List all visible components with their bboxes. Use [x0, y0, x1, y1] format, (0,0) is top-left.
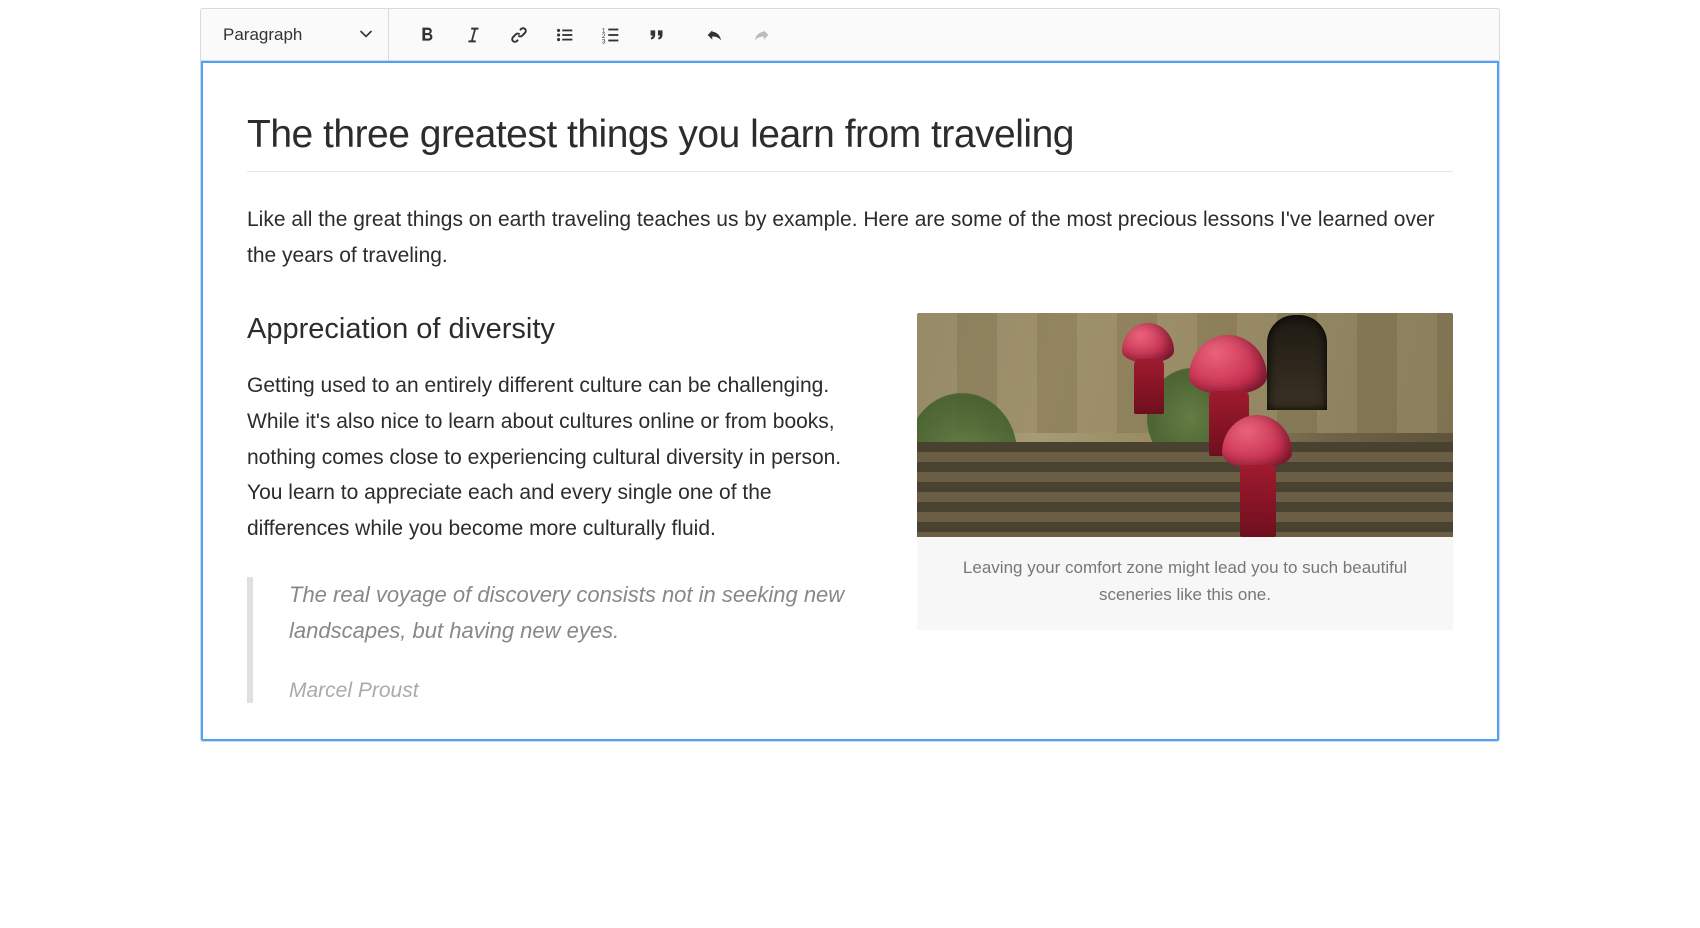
numbered-list-button[interactable]: 123 [589, 13, 633, 57]
svg-text:3: 3 [602, 38, 606, 45]
section-heading[interactable]: Appreciation of diversity [247, 313, 869, 346]
blockquote-button[interactable] [635, 13, 679, 57]
numbered-list-icon: 123 [600, 24, 622, 46]
editor-content[interactable]: The three greatest things you learn from… [201, 61, 1499, 741]
redo-button[interactable] [739, 13, 783, 57]
bold-icon [416, 24, 438, 46]
left-column: Appreciation of diversity Getting used t… [247, 313, 869, 703]
editor-toolbar: Paragraph 123 [201, 9, 1499, 61]
editor-container: Paragraph 123 [200, 8, 1500, 742]
undo-icon [704, 24, 726, 46]
figure-caption[interactable]: Leaving your comfort zone might lead you… [917, 537, 1453, 630]
paragraph-style-select[interactable]: Paragraph [205, 9, 389, 61]
blockquote[interactable]: The real voyage of discovery consists no… [247, 577, 869, 704]
document-title[interactable]: The three greatest things you learn from… [247, 113, 1453, 172]
chevron-down-icon [360, 25, 372, 45]
paragraph-style-label: Paragraph [223, 25, 302, 45]
right-column: Leaving your comfort zone might lead you… [917, 313, 1453, 630]
monk-umbrella-icon [1222, 415, 1292, 537]
italic-button[interactable] [451, 13, 495, 57]
link-icon [508, 24, 530, 46]
bold-button[interactable] [405, 13, 449, 57]
link-button[interactable] [497, 13, 541, 57]
section-body[interactable]: Getting used to an entirely different cu… [247, 368, 869, 546]
quote-text[interactable]: The real voyage of discovery consists no… [289, 577, 869, 650]
blockquote-icon [646, 24, 668, 46]
content-columns: Appreciation of diversity Getting used t… [247, 313, 1453, 703]
image-figure[interactable]: Leaving your comfort zone might lead you… [917, 313, 1453, 630]
bulleted-list-icon [554, 24, 576, 46]
quote-author[interactable]: Marcel Proust [289, 679, 869, 703]
monk-umbrella-icon [1122, 323, 1174, 414]
italic-icon [462, 24, 484, 46]
intro-paragraph[interactable]: Like all the great things on earth trave… [247, 202, 1453, 273]
bulleted-list-button[interactable] [543, 13, 587, 57]
redo-icon [750, 24, 772, 46]
figure-image[interactable] [917, 313, 1453, 537]
toolbar-buttons: 123 [389, 13, 783, 57]
undo-button[interactable] [693, 13, 737, 57]
